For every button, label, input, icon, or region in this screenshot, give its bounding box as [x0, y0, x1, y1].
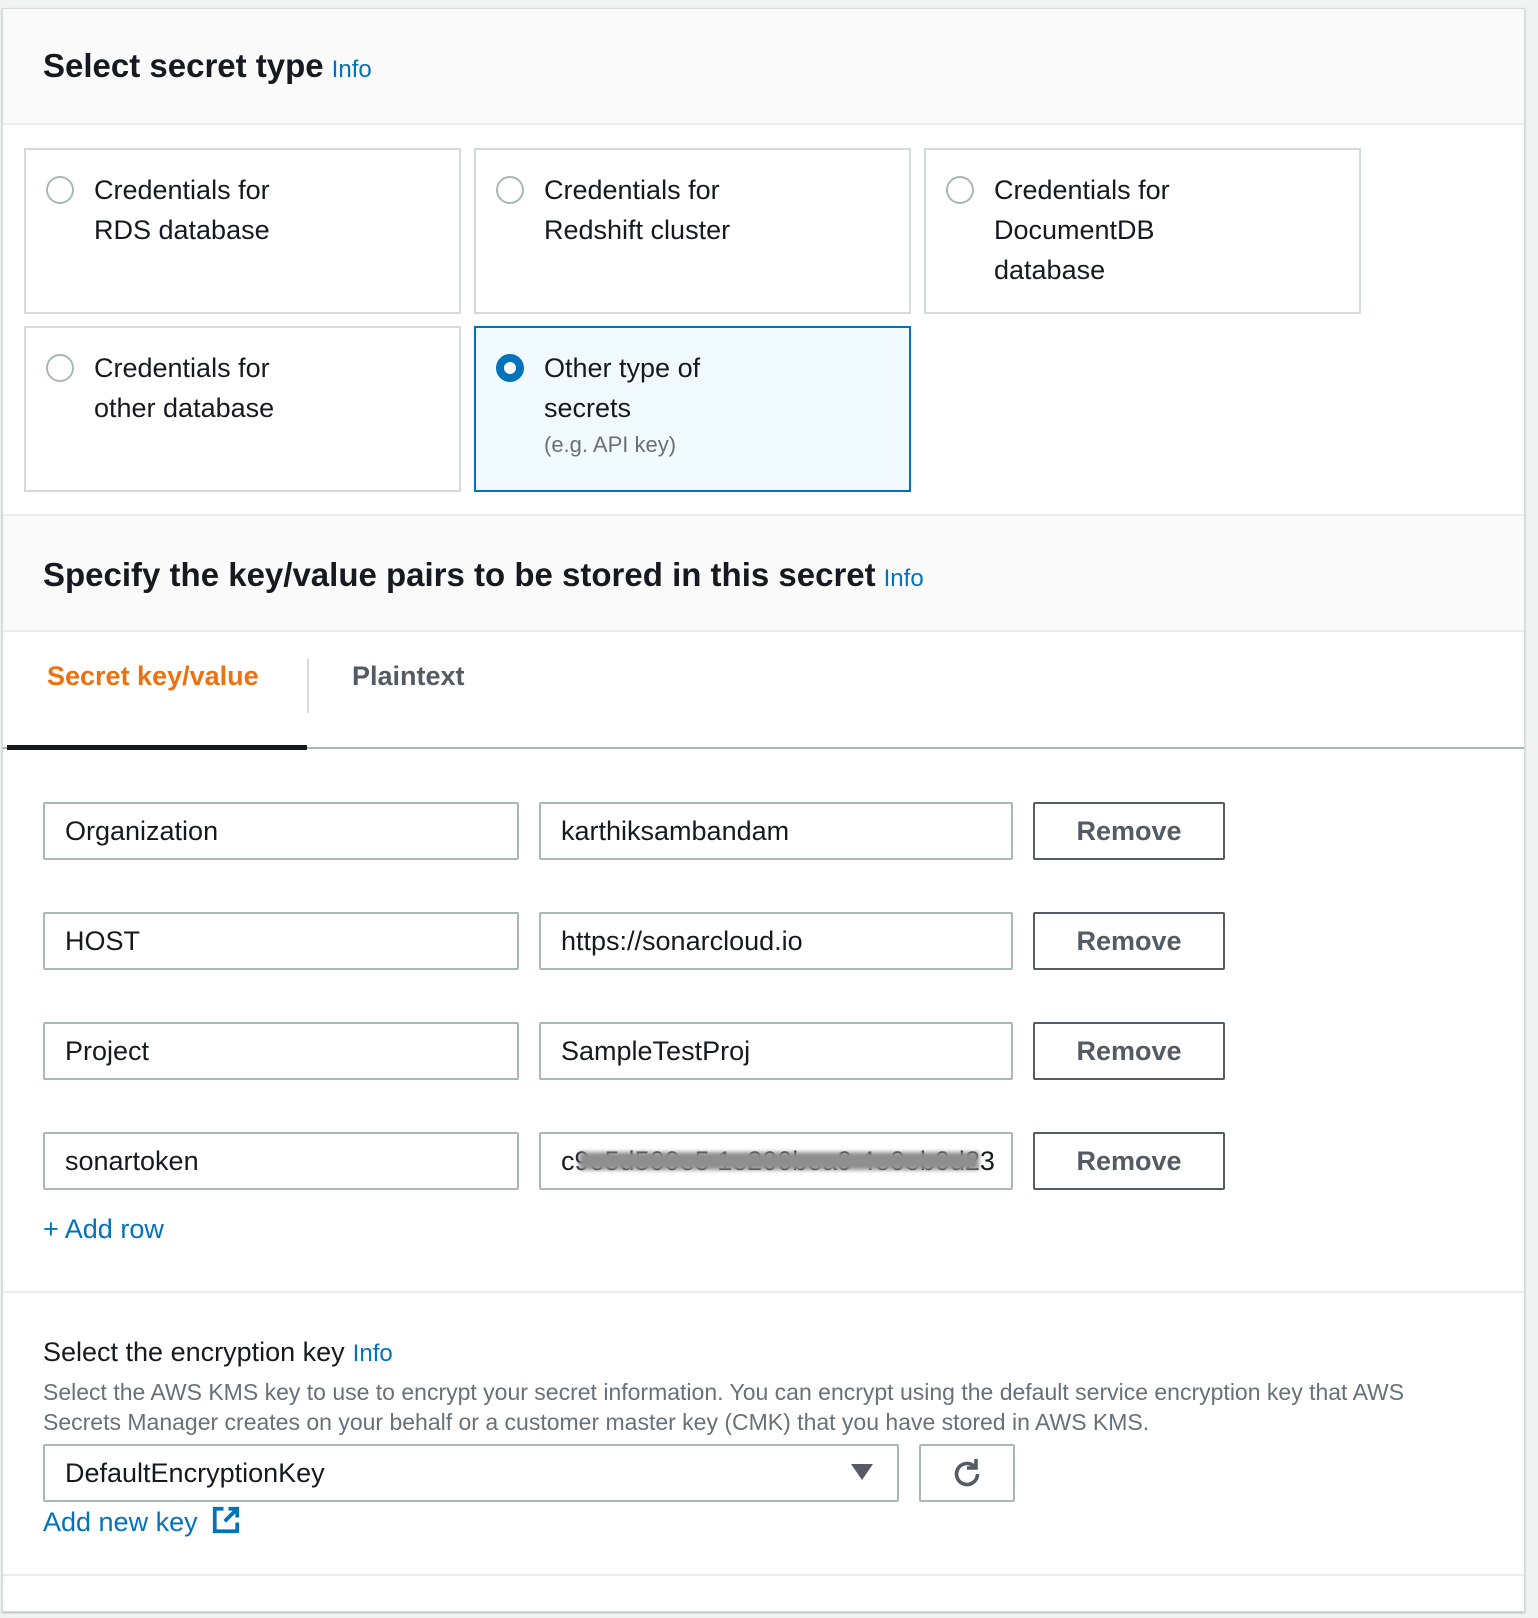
- option-documentdb[interactable]: Credentials for DocumentDB database: [924, 148, 1361, 314]
- encryption-label: Select the encryption key Info: [43, 1337, 393, 1367]
- option-other-database[interactable]: Credentials for other database: [24, 326, 461, 492]
- value-input[interactable]: karthiksambandam: [539, 802, 1013, 860]
- remove-button[interactable]: Remove: [1033, 1022, 1225, 1080]
- section-title: Select secret type Info: [43, 47, 372, 84]
- key-input[interactable]: HOST: [43, 912, 519, 970]
- info-link[interactable]: Info: [353, 1340, 393, 1367]
- remove-button[interactable]: Remove: [1033, 912, 1225, 970]
- radio-icon[interactable]: [496, 176, 524, 204]
- refresh-button[interactable]: [919, 1444, 1015, 1502]
- key-input[interactable]: Organization: [43, 802, 519, 860]
- secret-form-panel: Select secret type Info Credentials for R…: [2, 8, 1525, 1612]
- tab-plaintext[interactable]: Plaintext: [352, 661, 465, 692]
- caret-down-icon: [851, 1464, 873, 1480]
- remove-button[interactable]: Remove: [1033, 802, 1225, 860]
- value-input[interactable]: SampleTestProj: [539, 1022, 1013, 1080]
- option-redshift[interactable]: Credentials for Redshift cluster: [474, 148, 911, 314]
- radio-selected-icon[interactable]: [496, 354, 524, 382]
- active-tab-indicator: [7, 745, 307, 750]
- add-new-key-link[interactable]: Add new key: [43, 1505, 241, 1538]
- divider: [3, 1574, 1524, 1576]
- key-input[interactable]: sonartoken: [43, 1132, 519, 1190]
- key-input[interactable]: Project: [43, 1022, 519, 1080]
- add-row-link[interactable]: + Add row: [43, 1214, 164, 1245]
- refresh-icon: [954, 1459, 980, 1487]
- external-link-icon: [212, 1506, 240, 1534]
- remove-button[interactable]: Remove: [1033, 1132, 1225, 1190]
- value-input[interactable]: c9e5d500e5 1e200bea9 4e0eb0d23: [539, 1132, 1013, 1190]
- tab-divider: [307, 659, 309, 713]
- section-header: Specify the key/value pairs to be stored…: [3, 514, 1524, 632]
- redaction-blur: [579, 1152, 979, 1170]
- option-other-secrets[interactable]: Other type of secrets (e.g. API key): [474, 326, 911, 492]
- tab-secret-key-value[interactable]: Secret key/value: [47, 661, 259, 692]
- encryption-key-select[interactable]: DefaultEncryptionKey: [43, 1444, 899, 1502]
- encryption-description: Select the AWS KMS key to use to encrypt…: [43, 1379, 1405, 1435]
- section-title: Specify the key/value pairs to be stored…: [43, 556, 924, 593]
- value-input[interactable]: https://sonarcloud.io: [539, 912, 1013, 970]
- radio-icon[interactable]: [46, 176, 74, 204]
- radio-icon[interactable]: [46, 354, 74, 382]
- option-rds[interactable]: Credentials for RDS database: [24, 148, 461, 314]
- info-link[interactable]: Info: [332, 56, 372, 83]
- info-link[interactable]: Info: [884, 565, 924, 592]
- radio-icon[interactable]: [946, 176, 974, 204]
- divider: [3, 1291, 1524, 1293]
- section-header: Select secret type Info: [3, 9, 1524, 125]
